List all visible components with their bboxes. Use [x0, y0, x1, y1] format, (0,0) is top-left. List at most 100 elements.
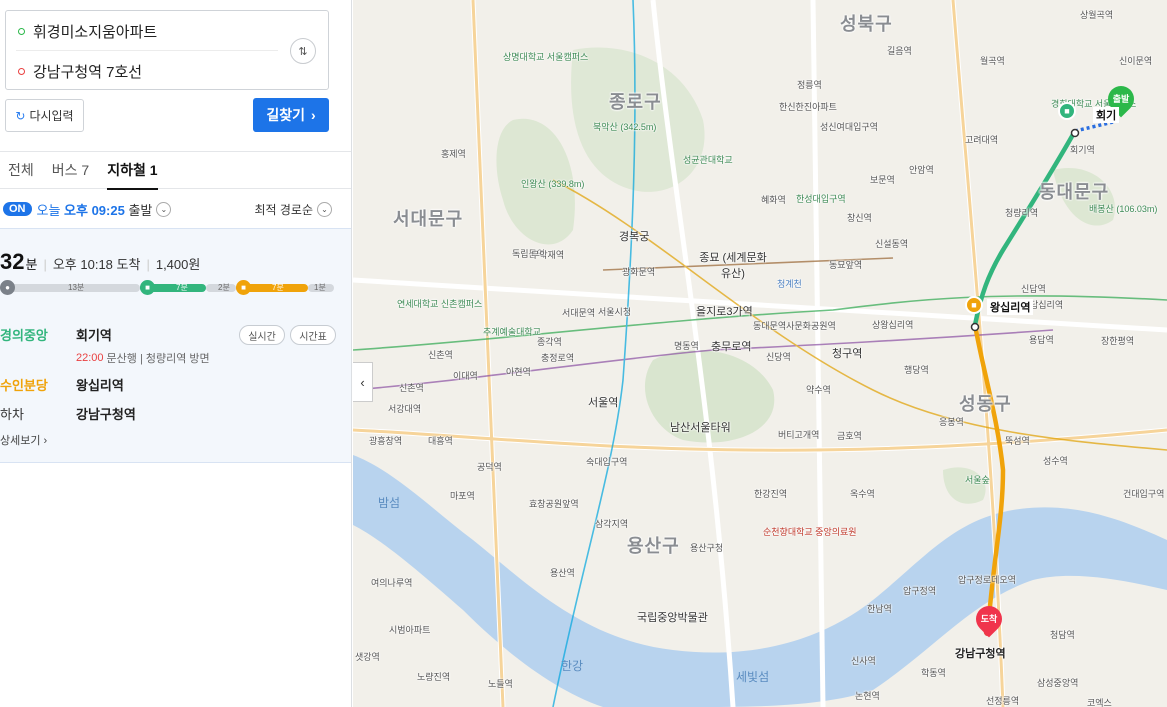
map-place-label: 충무로역	[711, 341, 752, 353]
map-place-label: 아현역	[506, 367, 531, 377]
map-place-label: 대흥역	[428, 436, 453, 446]
step-station-2: 왕십리역	[76, 377, 124, 393]
map-place-label: 서강대역	[388, 404, 422, 414]
map-base	[353, 0, 1167, 707]
map-place-label: 삼각지역	[595, 519, 629, 529]
map-place-label: 서대문역	[562, 308, 596, 318]
swap-icon: ⇅	[298, 45, 308, 58]
transfer-station-marker[interactable]: ■	[965, 296, 983, 314]
find-route-button[interactable]: 길찾기 ›	[253, 98, 329, 132]
origin-dot-icon	[18, 27, 25, 35]
tab-all[interactable]: 전체	[8, 152, 34, 189]
map-place-label: 코엑스	[1087, 698, 1112, 707]
departure-time: 오후 09:25	[64, 202, 125, 218]
map-place-label: 인왕산 (339.8m)	[521, 179, 585, 189]
map-place-label: 신촌역	[428, 350, 453, 360]
tab-subway[interactable]: 지하철 1	[107, 152, 158, 190]
map-place-label: 성신여대입구역	[820, 122, 878, 132]
map-directions-app: 휘경미소지움아파트 강남구청역 7호선 ⇅ ↻ 다시입력 길찾기 › 전체 버스…	[0, 0, 1167, 707]
transfer-station-tag: 왕십리역	[987, 299, 1034, 315]
map-place-label: 안암역	[909, 165, 934, 175]
map-place-label: 뚝섬역	[1005, 436, 1030, 446]
district-label: 서대문구	[393, 209, 464, 229]
map-place-label: 서울시청	[598, 307, 632, 317]
map-place-label: 용산역	[550, 568, 575, 578]
map-place-label: 고려대역	[965, 135, 999, 145]
collapse-panel-button[interactable]: ‹	[353, 362, 373, 402]
tab-bus[interactable]: 버스 7	[52, 152, 89, 189]
start-station-tag: 회기	[1093, 107, 1120, 123]
map-place-label: 선정릉역	[986, 696, 1020, 706]
detail-label: 상세보기	[0, 435, 41, 447]
map-place-label: 동대문역사문화공원역	[753, 321, 836, 331]
map-place-label: 북악산 (342.5m)	[593, 122, 657, 132]
map-place-label: 국립중앙박물관	[637, 612, 708, 624]
departure-suffix: 출발	[128, 202, 153, 218]
detail-link[interactable]: 상세보기 ›	[0, 432, 47, 448]
map-place-label: 응봉역	[939, 417, 964, 427]
realtime-button[interactable]: 실시간	[239, 325, 285, 345]
map-place-label: 공덕역	[477, 462, 502, 472]
origin-field[interactable]: 휘경미소지움아파트	[6, 11, 278, 51]
map-place-label: 길음역	[887, 46, 912, 56]
map-place-label: 금호역	[837, 431, 862, 441]
map-place-label: 한신한진아파트	[779, 102, 837, 112]
map-place-label: 청구역	[832, 348, 863, 360]
map-place-label: 연세대학교 신촌캠퍼스	[397, 299, 483, 309]
realtime-on-toggle[interactable]: ON	[3, 202, 32, 216]
map-place-label: 무악재역	[531, 250, 565, 260]
map-place-label: 세빛섬	[736, 670, 770, 684]
next-train-info: 22:00 문산행 | 청량리역 방면	[76, 348, 210, 368]
map-place-label: 샛강역	[355, 652, 380, 662]
step-station-1: 회기역	[76, 327, 112, 343]
map-place-label: 신이문역	[1119, 56, 1153, 66]
refresh-icon: ↻	[15, 108, 26, 123]
district-label: 용산구	[627, 536, 680, 556]
route-segment-bar: ● 13분 ■ 7분 2분 ■ 7분 1분	[0, 280, 336, 295]
destination-dot-icon	[18, 67, 25, 75]
next-train-direction: 문산행 | 청량리역 방면	[106, 353, 210, 365]
step-station-3: 강남구청역	[76, 406, 136, 422]
find-route-label: 길찾기	[266, 107, 305, 123]
map-place-label: 노량진역	[417, 672, 451, 682]
map-place-label: 광화문역	[622, 267, 656, 277]
start-pin-label: 출발	[1112, 94, 1130, 104]
route-arrival: 오후 10:18 도착	[52, 257, 141, 272]
map-place-label: 성균관대학교	[683, 155, 733, 165]
departure-day: 오늘	[36, 202, 61, 218]
hoegi-station-marker[interactable]: ■	[1058, 102, 1076, 120]
map-place-label: 성수역	[1043, 456, 1068, 466]
step-line-3: 하차	[0, 406, 24, 422]
destination-field[interactable]: 강남구청역 7호선	[6, 51, 278, 91]
timetable-button[interactable]: 시간표	[290, 325, 336, 345]
map-place-label: 신사역	[851, 656, 876, 666]
segment-label-2: 7분	[176, 283, 188, 292]
map-place-label: 창신역	[847, 213, 872, 223]
map-place-label: 버티고개역	[778, 430, 820, 440]
map-place-label: 청계천	[777, 279, 802, 289]
map-place-label: 압구정로데오역	[958, 575, 1016, 585]
sort-selector[interactable]: 최적 경로순 ⌄	[254, 196, 332, 222]
map-place-label: 상명대학교 서울캠퍼스	[503, 52, 589, 62]
map-place-label: 청담역	[1050, 630, 1075, 640]
map-place-label: 회기역	[1070, 145, 1095, 155]
map-place-label: 상월곡역	[1080, 10, 1114, 20]
next-train-time: 22:00	[76, 352, 104, 364]
map-place-label: 추계예술대학교	[483, 327, 541, 337]
map-place-label: 이대역	[453, 371, 478, 381]
map-place-label: 혜화역	[761, 195, 786, 205]
reset-button[interactable]: ↻ 다시입력	[5, 99, 84, 132]
map-place-label: 서울역	[588, 397, 619, 409]
map-view[interactable]: ‹ 종로구 서대문구 성북구 동대문구 성동구 용산구 상명대학교 서울캠퍼스 …	[353, 0, 1167, 707]
chevron-down-icon[interactable]: ⌄	[156, 201, 172, 217]
swap-button[interactable]: ⇅	[290, 38, 316, 64]
step-line-2: 수인분당	[0, 377, 48, 393]
map-place-label: 한성대입구역	[796, 194, 846, 204]
end-pin[interactable]: 도착	[970, 600, 1008, 638]
chevron-left-icon: ‹	[360, 374, 365, 390]
district-label: 종로구	[609, 92, 662, 112]
map-place-label: 학동역	[921, 668, 946, 678]
chevron-right-icon: ›	[310, 107, 316, 123]
route-result-card[interactable]: 32 분 | 오후 10:18 도착 | 1,400원 ● 13분 ■ 7분 2…	[0, 228, 351, 463]
departure-time-selector[interactable]: 오늘 오후 09:25 출발	[37, 200, 153, 219]
